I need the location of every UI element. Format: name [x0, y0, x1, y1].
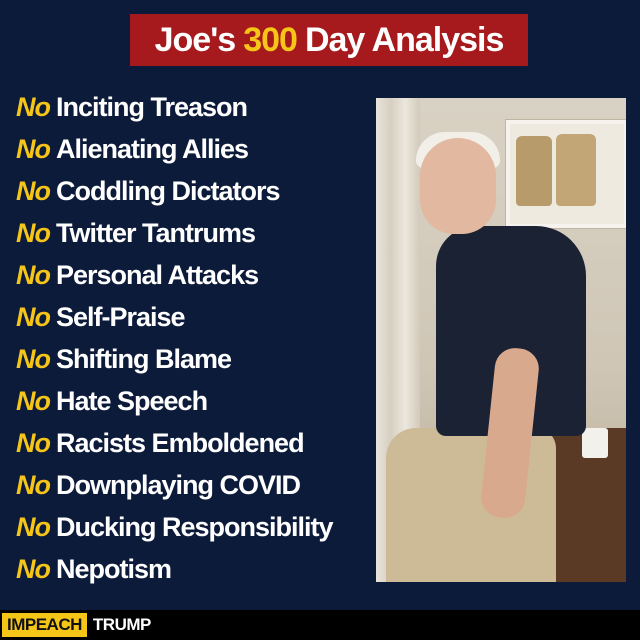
item-label: Shifting Blame	[56, 343, 232, 374]
item-label: Self-Praise	[56, 301, 186, 332]
portrait-photo	[376, 98, 626, 582]
title-banner: Joe's 300 Day Analysis	[130, 14, 528, 66]
item-label: Downplaying COVID	[56, 469, 301, 500]
item-label: Coddling Dictators	[56, 175, 280, 206]
list-item: No Downplaying COVID	[16, 464, 356, 506]
boot-right	[556, 134, 596, 206]
no-prefix: No	[16, 301, 51, 332]
item-label: Racists Emboldened	[56, 427, 305, 458]
no-prefix: No	[16, 469, 51, 500]
list-item: No Inciting Treason	[16, 86, 356, 128]
no-prefix: No	[16, 511, 51, 542]
pants	[386, 428, 556, 582]
no-prefix: No	[16, 553, 51, 584]
footer-text: TRUMP	[92, 615, 151, 634]
no-prefix: No	[16, 385, 51, 416]
list-item: No Racists Emboldened	[16, 422, 356, 464]
list-item: No Personal Attacks	[16, 254, 356, 296]
list-item: No Self-Praise	[16, 296, 356, 338]
no-prefix: No	[16, 259, 51, 290]
no-prefix: No	[16, 91, 51, 122]
no-prefix: No	[16, 343, 51, 374]
item-label: Ducking Responsibility	[56, 511, 334, 542]
list-item: No Shifting Blame	[16, 338, 356, 380]
no-prefix: No	[16, 133, 51, 164]
boot-left	[516, 136, 552, 206]
title-after: Day Analysis	[304, 20, 504, 59]
no-prefix: No	[16, 217, 51, 248]
no-prefix: No	[16, 175, 51, 206]
item-label: Nepotism	[56, 553, 172, 584]
footer-bar: IMPEACH TRUMP	[0, 610, 640, 640]
item-label: Personal Attacks	[56, 259, 259, 290]
list-item: No Twitter Tantrums	[16, 212, 356, 254]
list-item: No Hate Speech	[16, 380, 356, 422]
list-item: No Ducking Responsibility	[16, 506, 356, 548]
no-prefix: No	[16, 427, 51, 458]
title-highlight: 300	[243, 20, 298, 59]
list-item: No Nepotism	[16, 548, 356, 590]
mug	[582, 428, 608, 458]
item-label: Alienating Allies	[56, 133, 249, 164]
impeach-badge: IMPEACH	[2, 613, 87, 637]
item-label: Inciting Treason	[56, 91, 248, 122]
item-label: Hate Speech	[56, 385, 208, 416]
no-list: No Inciting Treason No Alienating Allies N…	[16, 86, 356, 590]
head	[420, 138, 496, 234]
list-item: No Coddling Dictators	[16, 170, 356, 212]
list-item: No Alienating Allies	[16, 128, 356, 170]
item-label: Twitter Tantrums	[56, 217, 256, 248]
title-before: Joe's	[154, 20, 237, 59]
